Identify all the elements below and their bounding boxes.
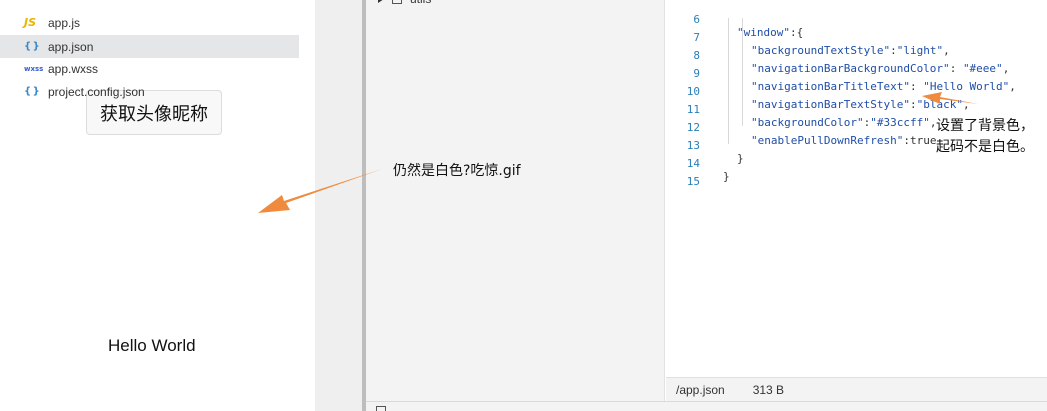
js-file-icon: JS (24, 16, 37, 29)
status-file-path: /app.json (676, 382, 725, 397)
folder-label: utils (410, 0, 431, 6)
code-line: 15 (666, 162, 1047, 188)
file-tree (366, 0, 665, 411)
caret-right-icon (378, 0, 384, 3)
code-line: 9 "navigationBarTitleText": "Hello World… (666, 54, 1047, 93)
file-project-config-json[interactable]: { } project.config.json (0, 80, 299, 103)
file-label: project.config.json (48, 84, 145, 99)
code-line: 10 "navigationBarTextStyle":"black", (666, 72, 1047, 111)
simulator-gutter (315, 0, 362, 411)
status-file-size: 313 B (752, 382, 785, 397)
annotation-left: 仍然是白色?吃惊.gif (393, 163, 521, 179)
checkbox-icon[interactable] (376, 406, 386, 411)
json-file-icon: { } (24, 86, 40, 97)
line-number: 15 (686, 175, 700, 188)
status-bar: /app.json 313 B (666, 377, 1047, 401)
file-app-wxss[interactable]: wxss app.wxss (0, 57, 299, 80)
file-app-js[interactable]: JS app.js (0, 11, 299, 34)
code-line: 7 "backgroundTextStyle":"light", (666, 18, 1047, 57)
file-label: app.json (48, 39, 94, 54)
hello-world-text: Hello World (108, 336, 196, 355)
file-label: app.wxss (48, 61, 99, 76)
file-label: app.js (48, 15, 81, 30)
debug-tab-strip (366, 401, 1047, 411)
code-line: 6 "window":{ (666, 0, 1047, 39)
annotation-right: 设置了背景色，起码不是白色。 (936, 118, 1034, 155)
code-line: 8 "navigationBarBackgroundColor": "#eee"… (666, 36, 1047, 75)
json-file-icon: { } (24, 41, 40, 52)
file-app-json[interactable]: { } app.json (0, 35, 299, 58)
folder-icon (392, 0, 402, 4)
code-editor[interactable]: 6 "window":{ 7 "backgroundTextStyle":"li… (666, 0, 1047, 377)
code-line: 11 "backgroundColor":"#33ccff", (666, 90, 1047, 129)
folder-utils[interactable]: utils (378, 0, 431, 6)
wxss-file-icon: wxss (24, 64, 44, 73)
